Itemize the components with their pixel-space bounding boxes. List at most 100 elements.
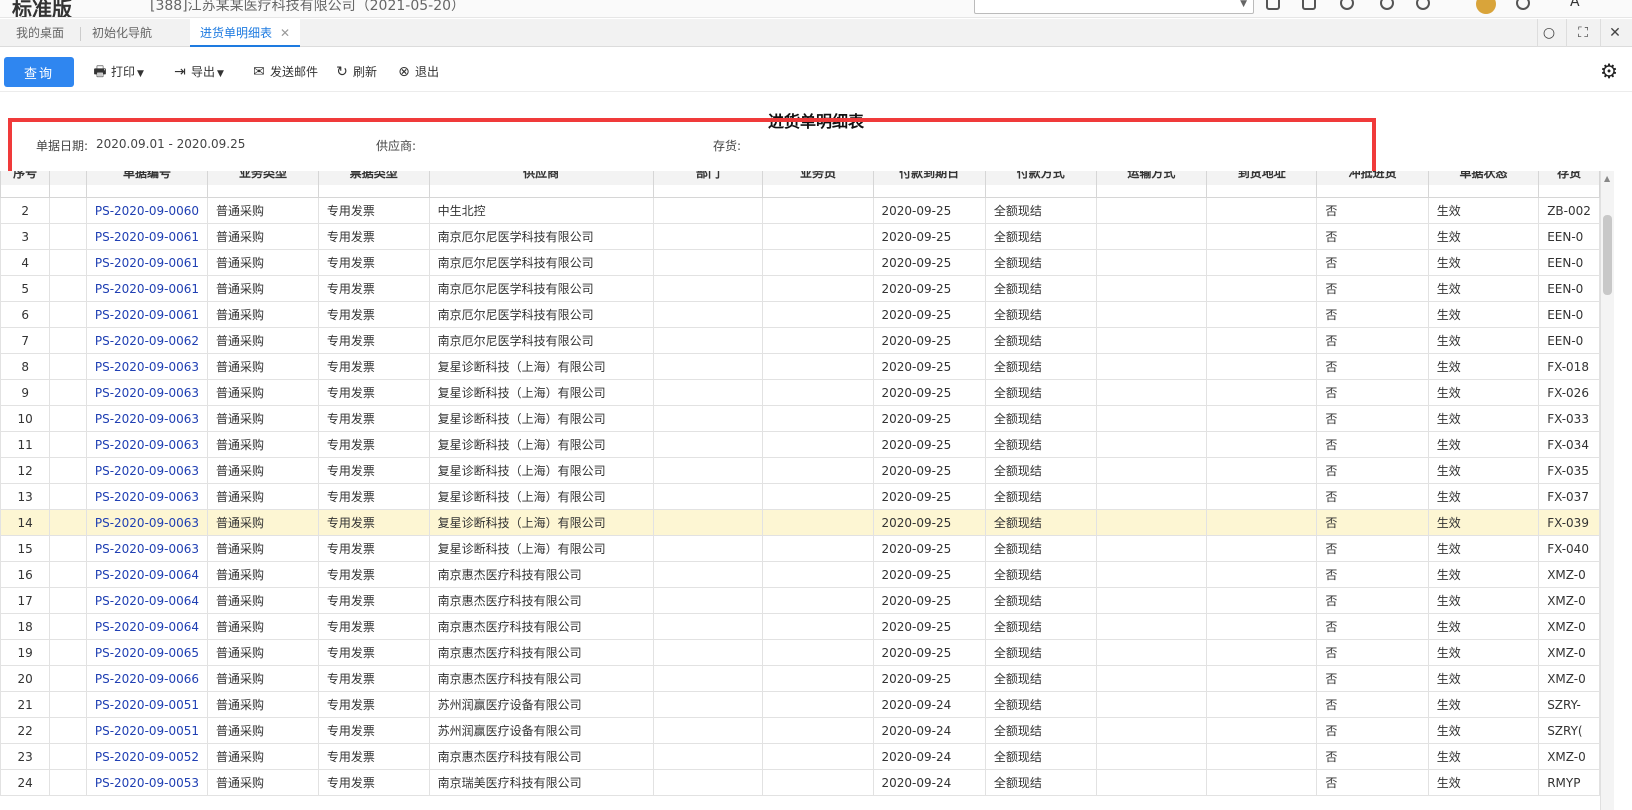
table-row[interactable]: 20 PS-2020-09-0066 普通采购 专用发票 南京惠杰医疗科技有限公司 202…: [0, 665, 1600, 692]
gear-icon[interactable]: ⚙: [1600, 59, 1618, 83]
settings-icon[interactable]: [1340, 0, 1354, 10]
table-row[interactable]: 18 PS-2020-09-0064 普通采购 专用发票 南京惠杰医疗科技有限公司 202…: [0, 613, 1600, 640]
chevron-down-icon: ▼: [217, 69, 224, 79]
cell-doc-no[interactable]: PS-2020-09-0063: [85, 379, 209, 406]
query-button[interactable]: 查询: [4, 57, 74, 87]
table-row[interactable]: 21 PS-2020-09-0051 普通采购 专用发票 苏州润赢医疗设备有限公司 202…: [0, 691, 1600, 718]
close-icon[interactable]: ✕: [1606, 24, 1624, 42]
cell-doc-no[interactable]: PS-2020-09-0061: [85, 249, 209, 276]
help-icon[interactable]: [1416, 0, 1430, 10]
cell-doc-no[interactable]: PS-2020-09-0051: [85, 691, 209, 718]
cell-doc-no[interactable]: PS-2020-09-0062: [85, 327, 209, 354]
scrollbar-thumb[interactable]: [1603, 215, 1612, 295]
column-header[interactable]: 运输方式: [1095, 171, 1208, 186]
cell-doc-no[interactable]: PS-2020-09-0061: [85, 275, 209, 302]
column-header[interactable]: 单据编号: [85, 171, 209, 186]
cell-doc-no[interactable]: PS-2020-09-0061: [85, 301, 209, 328]
cell-doc-no[interactable]: PS-2020-09-0051: [85, 717, 209, 744]
global-search-input[interactable]: ▼: [974, 0, 1254, 14]
cell-doc-no[interactable]: PS-2020-09-0063: [85, 535, 209, 562]
cell-doc-no[interactable]: PS-2020-09-0060: [85, 197, 209, 224]
cell-pay-method: 全额现结: [984, 613, 1097, 640]
column-header[interactable]: 票据类型: [317, 171, 430, 186]
column-header[interactable]: 部门: [652, 171, 764, 186]
close-icon[interactable]: ✕: [280, 26, 290, 40]
bell-icon[interactable]: [1302, 0, 1316, 10]
cell-status: 生效: [1427, 717, 1540, 744]
table-row[interactable]: 8 PS-2020-09-0063 普通采购 专用发票 复星诊断科技（上海）有限公司 20…: [0, 353, 1600, 380]
column-header[interactable]: 业务类型: [207, 171, 319, 186]
table-row[interactable]: 13 PS-2020-09-0063 普通采购 专用发票 复星诊断科技（上海）有限公司 2…: [0, 483, 1600, 510]
chevron-down-icon[interactable]: ▼: [1240, 0, 1247, 9]
cell-doc-no[interactable]: PS-2020-09-0063: [85, 509, 209, 536]
fullscreen-icon[interactable]: ⛶: [1574, 24, 1592, 42]
print-button[interactable]: 🖶 打印 ▼: [92, 61, 144, 83]
vertical-scrollbar[interactable]: ▲: [1600, 171, 1614, 810]
cell-doc-no[interactable]: PS-2020-09-0064: [85, 613, 209, 640]
phone-icon[interactable]: [1380, 0, 1394, 10]
tab-init-navigation[interactable]: 初始化导航: [82, 19, 162, 47]
table-row[interactable]: 10 PS-2020-09-0063 普通采购 专用发票 复星诊断科技（上海）有限公司 2…: [0, 405, 1600, 432]
cell-doc-no[interactable]: PS-2020-09-0063: [85, 431, 209, 458]
cell-doc-no[interactable]: PS-2020-09-0065: [85, 639, 209, 666]
search-icon[interactable]: ○: [1540, 24, 1558, 42]
cell-inventory: FX-035: [1538, 457, 1600, 484]
column-header[interactable]: 存货: [1538, 171, 1600, 186]
cell-doc-no[interactable]: PS-2020-09-0053: [85, 769, 209, 796]
cell-seq: 20: [0, 665, 51, 692]
table-row[interactable]: 15 PS-2020-09-0063 普通采购 专用发票 复星诊断科技（上海）有限公司 2…: [0, 535, 1600, 562]
cell-doc-no[interactable]: PS-2020-09-0061: [85, 223, 209, 250]
cell-seq: 10: [0, 405, 51, 432]
column-header[interactable]: 单据状态: [1427, 171, 1540, 186]
table-row[interactable]: 22 PS-2020-09-0051 普通采购 专用发票 苏州润赢医疗设备有限公司 202…: [0, 717, 1600, 744]
tab-purchase-detail[interactable]: 进货单明细表 ✕: [190, 19, 301, 47]
table-row[interactable]: 16 PS-2020-09-0064 普通采购 专用发票 南京惠杰医疗科技有限公司 202…: [0, 561, 1600, 588]
table-row[interactable]: 24 PS-2020-09-0053 普通采购 专用发票 南京瑞美医疗科技有限公司 202…: [0, 769, 1600, 796]
cell-biz-type: 普通采购: [207, 561, 319, 588]
export-button[interactable]: ⇥ 导出 ▼: [172, 61, 224, 83]
cell-doc-no[interactable]: PS-2020-09-0063: [85, 457, 209, 484]
column-header[interactable]: [49, 171, 87, 186]
cell-doc-no[interactable]: PS-2020-09-0064: [85, 561, 209, 588]
send-mail-button[interactable]: ✉ 发送邮件: [251, 61, 318, 83]
refresh-button[interactable]: ↻ 刷新: [334, 61, 377, 83]
user-initial[interactable]: A: [1570, 0, 1580, 10]
table-row[interactable]: 23 PS-2020-09-0052 普通采购 专用发票 南京惠杰医疗科技有限公司 202…: [0, 743, 1600, 770]
cell-doc-no[interactable]: PS-2020-09-0066: [85, 665, 209, 692]
tab-my-desktop[interactable]: 我的桌面: [6, 19, 74, 47]
table-row[interactable]: 7 PS-2020-09-0062 普通采购 专用发票 南京厄尔尼医学科技有限公司 202…: [0, 327, 1600, 354]
table-row[interactable]: 9 PS-2020-09-0063 普通采购 专用发票 复星诊断科技（上海）有限公司 20…: [0, 379, 1600, 406]
table-row[interactable]: 14 PS-2020-09-0063 普通采购 专用发票 复星诊断科技（上海）有限公司 2…: [0, 509, 1600, 536]
cell-doc-no[interactable]: PS-2020-09-0063: [85, 483, 209, 510]
scroll-up-icon[interactable]: ▲: [1604, 174, 1610, 183]
cell-salesperson: [762, 249, 874, 276]
cell-inventory: FX-034: [1538, 431, 1600, 458]
column-header[interactable]: 冲抵进货: [1316, 171, 1429, 186]
column-header[interactable]: 付款到期日: [872, 171, 986, 186]
exit-button[interactable]: ⊗ 退出: [396, 61, 439, 83]
avatar[interactable]: [1476, 0, 1496, 14]
table-row[interactable]: 17 PS-2020-09-0064 普通采购 专用发票 南京惠杰医疗科技有限公司 202…: [0, 587, 1600, 614]
table-row[interactable]: 2 PS-2020-09-0060 普通采购 专用发票 中生北控 2020-09-25 全额…: [0, 197, 1600, 224]
column-header[interactable]: 付款方式: [984, 171, 1097, 186]
info-icon[interactable]: [1516, 0, 1530, 10]
column-header[interactable]: 序号: [0, 171, 51, 186]
cell-doc-no[interactable]: PS-2020-09-0063: [85, 405, 209, 432]
table-row[interactable]: 3 PS-2020-09-0061 普通采购 专用发票 南京厄尔尼医学科技有限公司 202…: [0, 223, 1600, 250]
cell-empty: [49, 353, 87, 380]
document-icon[interactable]: [1266, 0, 1280, 10]
table-row[interactable]: 19 PS-2020-09-0065 普通采购 专用发票 南京惠杰医疗科技有限公司 202…: [0, 639, 1600, 666]
table-row[interactable]: 5 PS-2020-09-0061 普通采购 专用发票 南京厄尔尼医学科技有限公司 202…: [0, 275, 1600, 302]
cell-doc-no[interactable]: PS-2020-09-0052: [85, 743, 209, 770]
table-row[interactable]: 4 PS-2020-09-0061 普通采购 专用发票 南京厄尔尼医学科技有限公司 202…: [0, 249, 1600, 276]
cell-transport: [1095, 327, 1208, 354]
table-row[interactable]: 11 PS-2020-09-0063 普通采购 专用发票 复星诊断科技（上海）有限公司 2…: [0, 431, 1600, 458]
table-row[interactable]: 6 PS-2020-09-0061 普通采购 专用发票 南京厄尔尼医学科技有限公司 202…: [0, 301, 1600, 328]
data-grid[interactable]: 序号 单据编号 业务类型 票据类型 供应商 部门 业务员 付款到期日 付款方式 …: [0, 171, 1600, 810]
cell-doc-no[interactable]: PS-2020-09-0063: [85, 353, 209, 380]
column-header[interactable]: 业务员: [762, 171, 874, 186]
column-header[interactable]: 供应商: [428, 171, 654, 186]
column-header[interactable]: 到货地址: [1206, 171, 1318, 186]
table-row[interactable]: 12 PS-2020-09-0063 普通采购 专用发票 复星诊断科技（上海）有限公司 2…: [0, 457, 1600, 484]
cell-doc-no[interactable]: PS-2020-09-0064: [85, 587, 209, 614]
